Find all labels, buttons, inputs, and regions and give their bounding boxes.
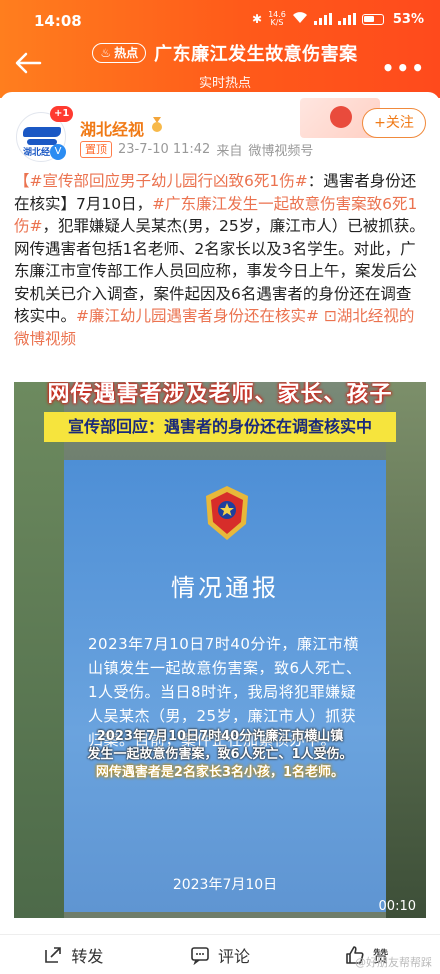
back-button[interactable] xyxy=(14,50,44,76)
follow-button[interactable]: +关注 xyxy=(362,108,426,138)
medal-icon xyxy=(152,117,162,132)
battery-icon xyxy=(361,13,384,25)
watermark: @好朋友帮帮踩 xyxy=(355,956,432,969)
police-notice: 情况通报 2023年7月10日7时40分许，廉江市横山镇发生一起故意伤害案，致6… xyxy=(64,460,386,912)
comment-label: 评论 xyxy=(218,946,251,966)
hashtag-link[interactable]: #廉江幼儿园遇害者身份还在核实# xyxy=(76,307,319,325)
police-emblem-icon xyxy=(206,486,248,540)
source-prefix: 来自 xyxy=(216,144,243,159)
back-arrow-icon xyxy=(15,52,42,74)
battery-percent: 53% xyxy=(392,11,424,27)
notice-title: 情况通报 xyxy=(171,574,279,602)
logo-shape xyxy=(23,127,61,137)
video-caption: 2023年7月10日7时40分许廉江市横山镇 发生一起故意伤害案，致6人死亡、1… xyxy=(30,728,410,782)
repost-label: 转发 xyxy=(71,946,104,966)
topic-subtitle: 实时热点 xyxy=(198,76,251,91)
signal-icon xyxy=(313,13,332,25)
video-duration: 00:10 xyxy=(378,899,416,914)
repost-icon xyxy=(45,946,62,963)
post-timestamp: 23-7-10 11:42 xyxy=(118,142,211,157)
status-icons: ✱ 14.6 K/S 53% xyxy=(252,11,424,27)
video-headline: 网传遇害者涉及老师、家长、孩子 xyxy=(47,382,393,407)
caption-line-3: 网传遇害者是2名家长3名小孩，1名老师。 xyxy=(95,765,345,780)
bluetooth-icon: ✱ xyxy=(252,12,263,26)
pinned-badge: 置顶 xyxy=(80,141,112,158)
new-badge: +1 xyxy=(50,106,74,122)
caption-line-1: 2023年7月10日7时40分许廉江市横山镇 xyxy=(96,729,344,744)
hot-label: 热点 xyxy=(114,46,139,60)
post-meta: 置顶 23-7-10 11:42 来自 微博视频号 xyxy=(80,140,313,159)
flame-icon: ♨ xyxy=(100,46,112,60)
wifi-icon xyxy=(292,11,308,27)
source-link[interactable]: 微博视频号 xyxy=(248,140,313,159)
topic-title-block: ♨ 热点 广东廉江发生故意伤害案 实时热点 xyxy=(80,40,370,91)
background-scene-right xyxy=(386,382,426,918)
comment-icon xyxy=(191,946,209,965)
more-options-button[interactable]: ••• xyxy=(382,56,426,80)
status-bar: 14:08 ✱ 14.6 K/S 53% xyxy=(0,0,440,40)
hot-badge: ♨ 热点 xyxy=(92,43,147,63)
hashtag-link[interactable]: 【#宣传部回应男子幼儿园行凶致6死1伤# xyxy=(14,172,308,190)
network-speed: 14.6 K/S xyxy=(268,10,286,27)
video-player[interactable]: 网传遇害者涉及老师、家长、孩子 宣传部回应：遇害者的身份还在调查核实中 情况通报… xyxy=(14,382,426,918)
post-card: 湖北经视 +1 V 湖北经视 置顶 23-7-10 11:42 来自 微博视频号… xyxy=(0,92,440,934)
verified-icon: V xyxy=(50,144,66,160)
repost-button[interactable]: 转发 xyxy=(0,935,147,974)
background-scene-left xyxy=(14,382,64,918)
signal-icon-2 xyxy=(337,13,356,25)
comment-button[interactable]: 评论 xyxy=(147,935,294,974)
notice-date: 2023年7月10日 xyxy=(172,877,278,893)
post-body: 【#宣传部回应男子幼儿园行凶致6死1伤#：遇害者身份还在核实】7月10日，#广东… xyxy=(14,170,426,350)
topic-header: 14:08 ✱ 14.6 K/S 53% ♨ 热点 广东廉江发生故意伤害案 实时… xyxy=(0,0,440,98)
video-subhead: 宣传部回应：遇害者的身份还在调查核实中 xyxy=(44,412,396,442)
author-name[interactable]: 湖北经视 xyxy=(80,116,144,140)
caption-line-2: 发生一起故意伤害案，致6人死亡、1人受伤。 xyxy=(87,747,353,762)
topic-title: 广东廉江发生故意伤害案 xyxy=(154,44,358,65)
status-time: 14:08 xyxy=(34,12,82,30)
